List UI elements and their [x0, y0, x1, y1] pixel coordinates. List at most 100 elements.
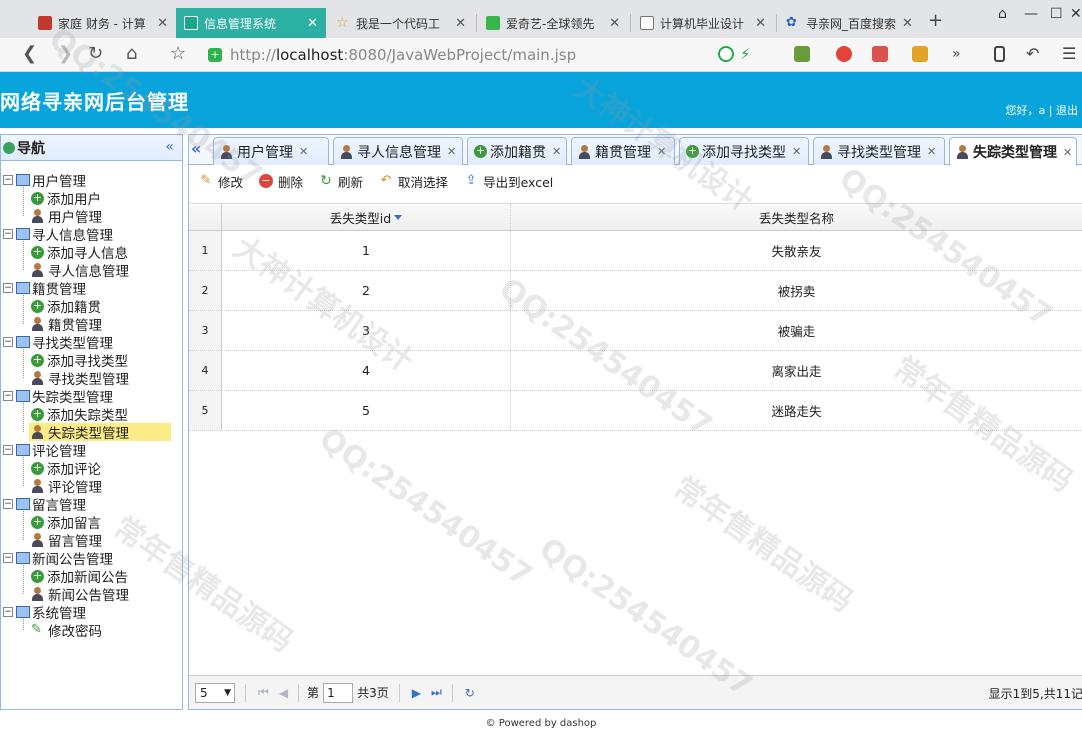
- minimize-icon[interactable]: —: [1024, 6, 1038, 22]
- column-header-id[interactable]: 丢失类型id: [222, 204, 510, 230]
- close-tab-icon[interactable]: ✕: [792, 145, 801, 158]
- nav-group-6[interactable]: − 留言管理: [1, 495, 86, 514]
- nav-item[interactable]: 寻找类型管理: [31, 369, 129, 388]
- maximize-icon[interactable]: ☐: [1050, 6, 1063, 22]
- collapse-toggle-icon[interactable]: −: [3, 175, 13, 185]
- forward-icon[interactable]: ❯: [58, 43, 73, 64]
- page-number-input[interactable]: 1: [323, 682, 354, 703]
- nav-item[interactable]: 失踪类型管理: [29, 423, 171, 442]
- close-tab-icon[interactable]: ✕: [1063, 146, 1072, 159]
- nav-item[interactable]: 寻人信息管理: [31, 261, 129, 280]
- nav-item[interactable]: + 添加籍贯: [31, 297, 101, 316]
- browser-tab-5[interactable]: 计算机毕业设计 ✕: [632, 8, 774, 38]
- collapse-panel-icon[interactable]: «: [165, 139, 174, 155]
- content-tab-4[interactable]: + 添加寻找类型 ✕: [679, 137, 809, 165]
- content-tab-3[interactable]: 籍贯管理 ✕: [571, 137, 675, 165]
- nav-item[interactable]: + 添加寻找类型: [31, 351, 128, 370]
- table-row[interactable]: 3 3 被骗走: [189, 311, 1082, 351]
- table-row[interactable]: 2 2 被拐卖: [189, 271, 1082, 311]
- collapse-toggle-icon[interactable]: −: [3, 283, 13, 293]
- home-icon[interactable]: ⌂: [126, 43, 137, 64]
- page-size-select[interactable]: 5 ▼: [195, 682, 235, 703]
- edit-button[interactable]: ✎ 修改: [199, 172, 243, 191]
- nav-item[interactable]: 新闻公告管理: [31, 585, 129, 604]
- collapse-toggle-icon[interactable]: −: [3, 229, 13, 239]
- browser-tab-6[interactable]: ✿ 寻亲网_百度搜索 ✕: [778, 8, 920, 38]
- close-tab-icon[interactable]: ✕: [447, 145, 456, 158]
- nav-item[interactable]: + 添加留言: [31, 513, 101, 532]
- close-tab-icon[interactable]: ✕: [301, 16, 318, 31]
- table-row[interactable]: 4 4 离家出走: [189, 351, 1082, 391]
- close-tab-icon[interactable]: ✕: [552, 145, 561, 158]
- table-row[interactable]: 5 5 迷路走失: [189, 391, 1082, 431]
- nav-group-0[interactable]: − 用户管理: [1, 171, 86, 190]
- close-tab-icon[interactable]: ✕: [449, 16, 466, 31]
- column-header-name[interactable]: 丢失类型名称: [510, 204, 1082, 230]
- close-tab-icon[interactable]: ✕: [151, 16, 168, 31]
- nav-group-4[interactable]: − 失踪类型管理: [1, 387, 113, 406]
- tabs-scroll-left-icon[interactable]: «: [191, 139, 201, 158]
- nav-group-3[interactable]: − 寻找类型管理: [1, 333, 113, 352]
- close-tab-icon[interactable]: ✕: [749, 16, 766, 31]
- collapse-toggle-icon[interactable]: −: [3, 553, 13, 563]
- user-greeting[interactable]: 您好，a | 退出: [1006, 102, 1078, 118]
- content-tab-5[interactable]: 寻找类型管理 ✕: [813, 137, 945, 165]
- collapse-toggle-icon[interactable]: −: [3, 445, 13, 455]
- undo-icon[interactable]: ↶: [1026, 46, 1042, 62]
- bookmark-star-icon[interactable]: ☆: [170, 43, 186, 64]
- extension-folder-icon[interactable]: [912, 46, 928, 62]
- collapse-toggle-icon[interactable]: −: [3, 337, 13, 347]
- browser-tab-2[interactable]: 信息管理系统 ✕: [176, 8, 326, 38]
- browser-tab-3[interactable]: ☆ 我是一个代码工 ✕: [328, 8, 474, 38]
- nav-item[interactable]: + 添加新闻公告: [31, 567, 128, 586]
- nav-item[interactable]: 评论管理: [31, 477, 102, 496]
- nav-item[interactable]: + 添加评论: [31, 459, 101, 478]
- nav-group-2[interactable]: − 籍贯管理: [1, 279, 86, 298]
- nav-item[interactable]: ✎ 修改密码: [31, 621, 102, 641]
- shirt-skin-icon[interactable]: ⌂: [998, 6, 1007, 22]
- nav-item[interactable]: 籍贯管理: [31, 315, 102, 334]
- close-tab-icon[interactable]: ✕: [603, 16, 620, 31]
- nav-item[interactable]: + 添加失踪类型: [31, 405, 128, 424]
- content-tab-0[interactable]: 用户管理 ✕: [213, 137, 329, 165]
- reload-grid-icon[interactable]: ↻: [465, 686, 475, 700]
- reload-icon[interactable]: ↻: [88, 43, 103, 64]
- extension-grid-icon[interactable]: [794, 46, 810, 62]
- last-page-icon[interactable]: ⏭: [431, 685, 442, 700]
- export-excel-button[interactable]: ⇪ 导出到excel: [464, 172, 554, 191]
- new-tab-icon[interactable]: +: [928, 10, 943, 31]
- cancel-select-button[interactable]: ↶ 取消选择: [379, 172, 448, 191]
- back-icon[interactable]: ❮: [22, 43, 37, 64]
- nav-group-8[interactable]: − 系统管理: [1, 603, 86, 622]
- address-bar[interactable]: + http:// localhost :8080/JavaWebProject…: [208, 42, 708, 68]
- collapse-toggle-icon[interactable]: −: [3, 607, 13, 617]
- close-window-icon[interactable]: ✕: [1070, 6, 1082, 22]
- close-tab-icon[interactable]: ✕: [896, 16, 913, 31]
- browser-tab-1[interactable]: 家庭 财务 - 计算 ✕: [30, 8, 176, 38]
- collapse-toggle-icon[interactable]: −: [3, 391, 13, 401]
- close-tab-icon[interactable]: ✕: [927, 145, 936, 158]
- nav-item[interactable]: + 添加寻人信息: [31, 243, 128, 262]
- collapse-toggle-icon[interactable]: −: [3, 499, 13, 509]
- nav-item[interactable]: 用户管理: [31, 207, 102, 226]
- first-page-icon[interactable]: ⏮: [258, 685, 269, 700]
- prev-page-icon[interactable]: ◀: [279, 686, 288, 700]
- content-tab-6[interactable]: 失踪类型管理 ✕: [949, 137, 1077, 166]
- close-tab-icon[interactable]: ✕: [299, 145, 308, 158]
- nav-group-1[interactable]: − 寻人信息管理: [1, 225, 113, 244]
- table-row[interactable]: 1 1 失散亲友: [189, 231, 1082, 271]
- close-tab-icon[interactable]: ✕: [657, 145, 666, 158]
- nav-group-7[interactable]: − 新闻公告管理: [1, 549, 113, 568]
- lightning-icon[interactable]: ⚡: [740, 46, 756, 62]
- refresh-button[interactable]: ↻ 刷新: [319, 172, 363, 191]
- more-extensions-icon[interactable]: »: [952, 46, 968, 62]
- menu-icon[interactable]: ☰: [1062, 46, 1078, 62]
- pdf-reader-icon[interactable]: [872, 46, 888, 62]
- delete-button[interactable]: − 删除: [259, 172, 303, 191]
- nav-item[interactable]: 留言管理: [31, 531, 102, 550]
- speed-dial-icon[interactable]: [718, 46, 734, 62]
- extension-shield-icon[interactable]: [836, 46, 852, 62]
- nav-group-5[interactable]: − 评论管理: [1, 441, 86, 460]
- next-page-icon[interactable]: ▶: [412, 686, 421, 700]
- content-tab-1[interactable]: 寻人信息管理 ✕: [333, 137, 463, 165]
